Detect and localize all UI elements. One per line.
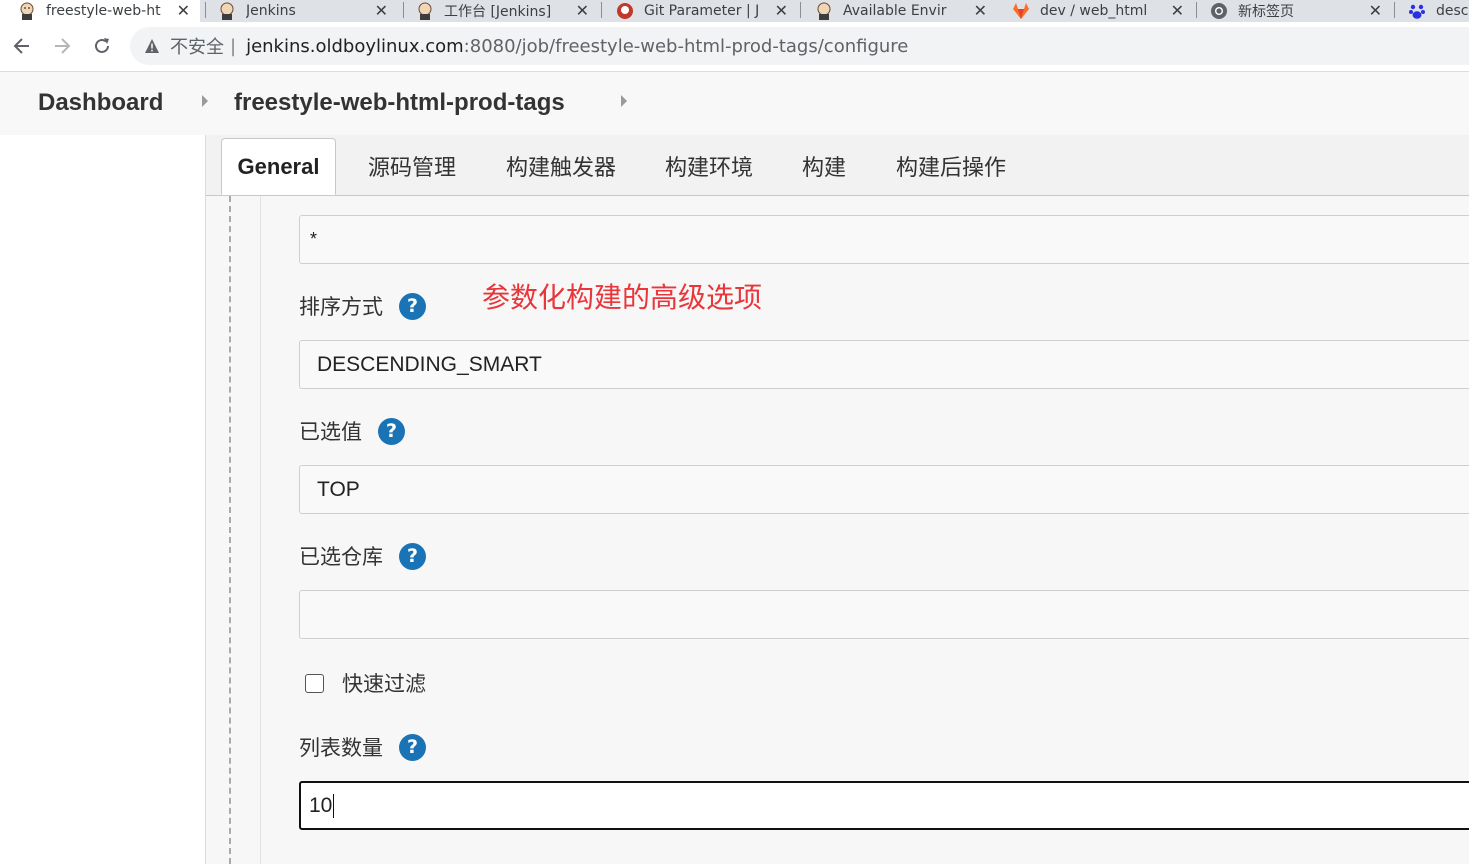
tab-divider [800,2,801,18]
selected-repo-label: 已选仓库 ? [299,541,426,571]
tab-divider [1196,2,1197,18]
jenkins-icon [218,2,236,20]
tab-build-triggers[interactable]: 构建触发器 [490,135,632,196]
warning-triangle-icon [144,38,160,54]
browser-tab-strip: freestyle-web-ht ✕ Jenkins ✕ 工作台 [Jenkin… [0,0,1469,22]
tab-source-code-management[interactable]: 源码管理 [352,135,472,196]
url-path: :8080/job/freestyle-web-html-prod-tags/c… [463,35,909,57]
browser-tab-available-env[interactable]: Available Envir ✕ [815,0,997,22]
list-size-label-text: 列表数量 [299,736,383,760]
section-indent-guide [229,196,231,864]
list-size-value: 10 [309,793,333,817]
selected-repo-label-text: 已选仓库 [299,545,383,569]
browser-tab-new-tab[interactable]: 新标签页 ✕ [1210,0,1392,22]
close-icon[interactable]: ✕ [1369,1,1382,20]
help-icon[interactable]: ? [399,542,426,570]
close-icon[interactable]: ✕ [576,1,589,20]
list-size-label: 列表数量 ? [299,732,426,762]
help-icon[interactable]: ? [399,292,426,320]
help-icon[interactable]: ? [378,417,405,445]
annotation-text: 参数化构建的高级选项 [482,281,763,314]
tab-divider [403,2,404,18]
config-tab-bar: General 源码管理 构建触发器 构建环境 构建 构建后操作 [206,135,1469,196]
selected-repo-input[interactable] [299,590,1469,639]
baidu-icon [1408,2,1426,20]
selected-value-label: 已选值 ? [299,416,405,446]
address-divider: | [230,35,237,57]
browser-tab-workbench[interactable]: 工作台 [Jenkins] ✕ [416,0,599,22]
tab-divider [205,2,206,18]
branch-filter-input[interactable]: * [299,215,1469,264]
breadcrumb-chevron-icon[interactable] [202,95,208,107]
close-icon[interactable]: ✕ [775,1,788,20]
reload-icon[interactable] [90,34,114,58]
breadcrumb-job[interactable]: freestyle-web-html-prod-tags [234,89,565,117]
tab-divider [1394,2,1395,18]
git-parameter-icon [616,2,634,20]
tab-build-environment[interactable]: 构建环境 [649,135,769,196]
sort-mode-label-text: 排序方式 [299,295,383,319]
browser-toolbar: 不安全 | jenkins.oldboylinux.com :8080/job/… [0,22,1469,72]
quick-filter-option[interactable]: 快速过滤 [305,668,426,698]
jenkins-icon [815,2,833,20]
jenkins-icon [18,2,36,20]
sort-mode-label: 排序方式 ? [299,291,426,321]
close-icon[interactable]: ✕ [1171,1,1184,20]
browser-tab-baidu[interactable]: desc [1408,0,1469,22]
section-rail [260,196,261,864]
selected-value-label-text: 已选值 [299,420,362,444]
tab-post-build-actions[interactable]: 构建后操作 [880,135,1022,196]
quick-filter-checkbox[interactable] [305,673,324,693]
jenkins-icon [416,2,434,20]
selected-value-select[interactable]: TOP [299,465,1469,514]
browser-tab-freestyle[interactable]: freestyle-web-ht ✕ [0,0,200,22]
sort-mode-select[interactable]: DESCENDING_SMART [299,340,1469,389]
tab-build[interactable]: 构建 [786,135,862,196]
close-icon[interactable]: ✕ [375,1,388,20]
text-caret [333,793,335,818]
forward-arrow-icon[interactable] [50,34,74,58]
address-bar[interactable]: 不安全 | jenkins.oldboylinux.com :8080/job/… [130,27,1469,65]
browser-tab-title: desc [1436,3,1469,19]
breadcrumb-chevron-icon[interactable] [621,95,627,107]
browser-tab-gitlab[interactable]: dev / web_html ✕ [1012,0,1194,22]
side-panel [0,135,206,864]
quick-filter-label[interactable]: 快速过滤 [342,668,426,698]
browser-tab-git-parameter[interactable]: Git Parameter | J ✕ [616,0,798,22]
browser-tab-jenkins[interactable]: Jenkins ✕ [218,0,398,22]
breadcrumb-dashboard[interactable]: Dashboard [38,89,163,117]
help-icon[interactable]: ? [399,733,426,761]
gitlab-icon [1012,2,1030,20]
back-arrow-icon[interactable] [10,34,34,58]
config-form: * 排序方式 ? 参数化构建的高级选项 DESCENDING_SMART 已选值… [206,196,1469,864]
url-host: jenkins.oldboylinux.com [246,35,464,57]
security-status-label[interactable]: 不安全 [170,33,224,59]
close-icon[interactable]: ✕ [177,1,190,20]
close-icon[interactable]: ✕ [974,1,987,20]
tab-divider [601,2,602,18]
list-size-input[interactable]: 10 [299,781,1469,830]
chrome-icon [1210,2,1228,20]
breadcrumb: Dashboard freestyle-web-html-prod-tags [0,72,1469,135]
tab-general[interactable]: General [221,138,336,195]
